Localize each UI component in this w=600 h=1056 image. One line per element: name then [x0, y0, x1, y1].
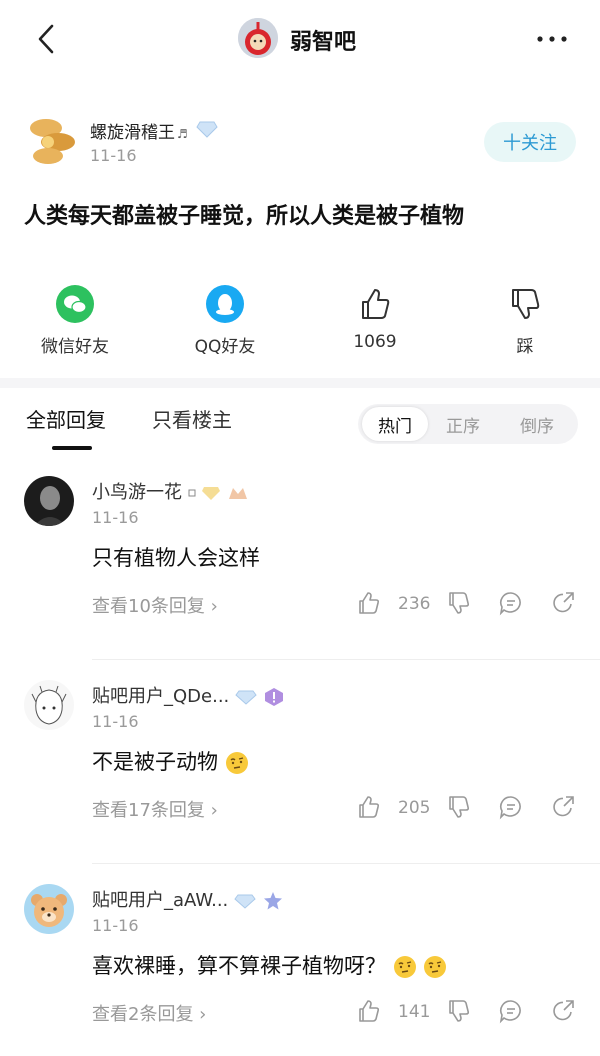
thumbs-up-icon[interactable] [356, 794, 382, 820]
back-chevron-icon[interactable] [30, 22, 64, 56]
diamond-badge-icon [196, 121, 218, 138]
share-icon[interactable] [550, 794, 576, 820]
level-badge-icon [229, 488, 248, 499]
thumbs-up-icon[interactable] [356, 998, 382, 1024]
op-username[interactable]: 螺旋滑稽王 ♬ [90, 118, 188, 143]
active-tab-indicator [52, 446, 92, 450]
thumbs-up-icon[interactable] [356, 590, 382, 616]
share-qq-button[interactable]: QQ好友 [170, 284, 280, 357]
dislike-label: 踩 [516, 337, 534, 357]
reply-bubble-icon[interactable] [498, 590, 524, 616]
thumbs-down-icon[interactable] [446, 794, 472, 820]
forum-name[interactable]: 弱智吧 [290, 24, 356, 56]
level-badge-icon [263, 892, 282, 910]
comment-like-count: 205 [398, 798, 431, 818]
comment-like-count: 141 [398, 1002, 431, 1022]
commenter-name[interactable]: 贴吧用户_aAW... [92, 886, 284, 912]
view-replies-link[interactable]: 查看2条回复 › [92, 1000, 206, 1026]
commenter-name[interactable]: 贴吧用户_QDe... [92, 682, 285, 708]
sort-desc-button[interactable]: 倒序 [520, 412, 554, 437]
like-post-button[interactable]: 1069 [320, 284, 430, 354]
commenter-name[interactable]: 小鸟游一花 [92, 478, 249, 504]
sort-asc-button[interactable]: 正序 [446, 412, 480, 437]
comment-text: 不是被子动物 [92, 746, 249, 776]
share-icon[interactable] [550, 998, 576, 1024]
comment-item: 贴吧用户_QDe... 11-16 不是被子动物 查看17条回复 › 205 [0, 660, 600, 864]
thumbs-down-icon [512, 289, 540, 319]
post-time: 11-16 [90, 146, 137, 165]
comment-time: 11-16 [92, 712, 139, 731]
forum-avatar[interactable] [238, 18, 278, 58]
thinking-emoji-icon [225, 752, 248, 774]
tab-op-only[interactable]: 只看楼主 [152, 404, 232, 433]
op-avatar[interactable] [24, 112, 80, 168]
diamond-badge-icon [234, 894, 256, 909]
diamond-badge-icon [235, 690, 257, 705]
square-badge-icon [188, 489, 196, 497]
comment-like-count: 236 [398, 594, 431, 614]
sort-hot-button[interactable]: 热门 [362, 407, 428, 441]
post-title: 人类每天都盖被子睡觉，所以人类是被子植物 [24, 204, 465, 229]
tab-all-replies[interactable]: 全部回复 [26, 404, 106, 433]
thumbs-down-icon[interactable] [446, 590, 472, 616]
thumbs-up-icon [362, 289, 390, 319]
reply-bubble-icon[interactable] [498, 998, 524, 1024]
share-wechat-button[interactable]: 微信好友 [20, 284, 130, 357]
share-icon[interactable] [550, 590, 576, 616]
thumbs-down-icon[interactable] [446, 998, 472, 1024]
comment-time: 11-16 [92, 508, 139, 527]
thinking-emoji-icon [424, 956, 447, 978]
thinking-emoji-icon [393, 956, 416, 978]
qq-icon [206, 285, 244, 323]
commenter-avatar[interactable] [24, 884, 74, 934]
gold-diamond-icon [202, 487, 221, 500]
section-divider [0, 378, 600, 388]
follow-button[interactable]: 十关注 [484, 122, 576, 162]
comment-time: 11-16 [92, 916, 139, 935]
like-count: 1069 [353, 332, 397, 352]
comment-text: 喜欢裸睡，算不算裸子植物呀？ [92, 950, 447, 980]
comment-text: 只有植物人会这样 [92, 546, 260, 570]
comment-item: 贴吧用户_aAW... 11-16 喜欢裸睡，算不算裸子植物呀？ 查看2条回复 … [0, 864, 600, 1056]
dislike-post-button[interactable]: 踩 [470, 284, 580, 357]
more-dots-icon[interactable] [532, 24, 572, 54]
top-bar: 弱智吧 [0, 0, 600, 80]
wechat-icon [56, 285, 94, 323]
share-wechat-label: 微信好友 [41, 337, 109, 357]
view-replies-link[interactable]: 查看17条回复 › [92, 796, 218, 822]
commenter-avatar[interactable] [24, 476, 74, 526]
comment-item: 小鸟游一花 11-16 只有植物人会这样 查看10条回复 › 236 [0, 456, 600, 660]
share-qq-label: QQ好友 [194, 337, 256, 357]
commenter-avatar[interactable] [24, 680, 74, 730]
reply-bubble-icon[interactable] [498, 794, 524, 820]
level-badge-icon [264, 688, 283, 706]
view-replies-link[interactable]: 查看10条回复 › [92, 592, 218, 618]
